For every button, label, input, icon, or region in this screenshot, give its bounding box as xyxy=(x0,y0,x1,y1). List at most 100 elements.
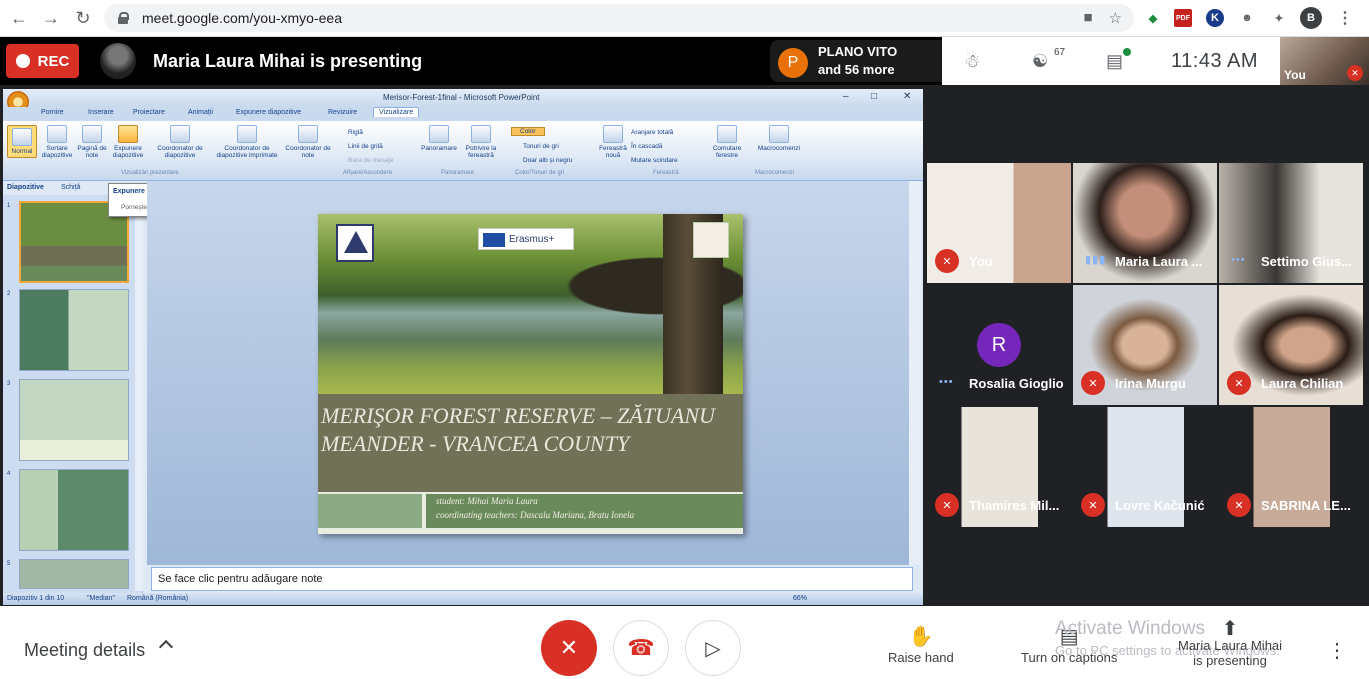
speaking-indicator-icon: ••• xyxy=(1231,254,1246,266)
account-extension-icon[interactable]: ☻ xyxy=(1236,7,1258,29)
ppt-tab: Animații xyxy=(188,109,213,116)
chip-more: and 56 more xyxy=(818,62,895,77)
people-icon[interactable]: ☯ xyxy=(1032,51,1048,72)
school-logo xyxy=(336,224,374,262)
participant-tile[interactable]: ✕ You xyxy=(927,163,1071,283)
participant-name: Laura Chilian xyxy=(1261,376,1344,391)
leave-call-button[interactable]: ☎ xyxy=(613,620,669,676)
chip-avatar: P xyxy=(778,48,808,78)
ribbon-group-label: Vizualizări prezentare xyxy=(121,170,179,176)
mic-off-icon: ✕ xyxy=(559,635,579,660)
mic-off-icon: ✕ xyxy=(1227,493,1251,517)
participant-tile[interactable]: ✕ SABRINA LE... xyxy=(1219,407,1363,527)
slide-number: 2 xyxy=(7,291,11,297)
chat-notification-dot xyxy=(1123,48,1131,56)
chrome-menu-icon[interactable]: ⋮ xyxy=(1334,7,1356,29)
participant-tile[interactable]: ✕ Irina Murgu xyxy=(1073,285,1217,405)
workspace-scrollbar xyxy=(909,181,921,565)
status-language: Română (România) xyxy=(127,595,189,602)
participant-name: Lovre Kačunić xyxy=(1115,498,1205,513)
participant-tile[interactable]: ✕ Laura Chilian xyxy=(1219,285,1363,405)
more-options-icon[interactable]: ⋮ xyxy=(1327,638,1347,663)
ribbon-move-split: Mutare scindare xyxy=(631,157,678,164)
status-slide: Diapozitiv 1 din 10 xyxy=(7,595,65,602)
puzzle-icon[interactable]: ✦ xyxy=(1268,7,1290,29)
meet-bottom-bar: Meeting details ✕ ☎ ▷ ✋ Raise hand ▤ Tur… xyxy=(0,606,1369,679)
participant-tile[interactable]: ✕ Lovre Kačunić xyxy=(1073,407,1217,527)
chevron-up-icon[interactable] xyxy=(158,639,174,655)
ribbon-bw: Doar alb și negru xyxy=(523,157,573,164)
ribbon-slideshow-button: Expunere diapozitive xyxy=(109,125,147,159)
speaking-indicator-icon: ••• xyxy=(939,376,954,388)
ribbon-notes-master-button: Coordonator de note xyxy=(283,125,333,159)
ribbon-normal-button: Normal xyxy=(7,125,37,158)
shield-icon[interactable]: ◆ xyxy=(1142,7,1164,29)
mic-off-icon: ✕ xyxy=(1227,371,1251,395)
maximize-icon: □ xyxy=(871,91,878,102)
profile-avatar[interactable]: B xyxy=(1300,7,1322,29)
tab-slides: Diapozitive xyxy=(7,184,44,191)
k-extension-icon[interactable]: K xyxy=(1206,9,1224,27)
present-now-button[interactable]: ⬆ Maria Laura Mihai is presenting xyxy=(1178,616,1282,668)
camera-toggle-button[interactable]: ▷ xyxy=(685,620,741,676)
participants-chip[interactable]: P PLANO VITO and 56 more xyxy=(770,40,942,82)
self-view-thumbnail[interactable]: You ✕ xyxy=(1280,37,1369,85)
ribbon-master-button: Coordonator de diapozitive xyxy=(153,125,207,159)
ribbon-handout-master-button: Coordonator de diapozitive imprimate xyxy=(209,125,285,159)
address-bar[interactable]: meet.google.com/you-xmyo-eea ■ ☆ xyxy=(104,4,1134,32)
ppt-ribbon-tabs: Pornire Inserare Proiectare Animații Exp… xyxy=(3,107,923,121)
participant-tile[interactable]: ▮▮▮ Maria Laura ... xyxy=(1073,163,1217,283)
ribbon-macros-button: Macrocomenzi xyxy=(753,125,805,152)
ribbon-notes-page-button: Pagină de note xyxy=(77,125,107,159)
participant-tile[interactable]: ••• Settimo Gius... xyxy=(1219,163,1363,283)
participant-name: Maria Laura ... xyxy=(1115,254,1203,269)
participant-tile[interactable]: ✕ Thamires Mil... xyxy=(927,407,1071,527)
reload-icon[interactable]: ↻ xyxy=(70,5,96,31)
present-icon: ⬆ xyxy=(1221,618,1239,640)
microphone-toggle-button[interactable]: ✕ xyxy=(541,620,597,676)
ppt-tab: Proiectare xyxy=(133,109,165,116)
slides-panel: Diapozitive Schiță 1 2 3 4 5 xyxy=(3,181,143,593)
ribbon-group-label: Fereastră xyxy=(653,170,679,176)
ribbon-ruler: Riglă xyxy=(348,129,363,136)
participant-name: SABRINA LE... xyxy=(1261,498,1351,513)
ppt-statusbar: Diapozitiv 1 din 10 "Median" Română (Rom… xyxy=(3,593,923,605)
chat-icon[interactable]: ▤ xyxy=(1106,51,1123,72)
slide-number: 5 xyxy=(7,561,11,567)
notes-pane: Se face clic pentru adăugare note xyxy=(151,567,913,591)
forward-icon[interactable]: → xyxy=(38,5,64,31)
ppt-tab: Revizuire xyxy=(328,109,358,116)
ribbon-fit-button: Potrivire la fereastră xyxy=(461,125,501,159)
ppt-ribbon: Normal Sortare diapozitive Pagină de not… xyxy=(3,121,923,181)
ppt-tab-active: Vizualizare xyxy=(373,107,420,117)
slide-title: MERIŞOR FOREST RESERVE – ZĂTUANU MEANDER… xyxy=(321,403,715,456)
ribbon-group-label: Color/Tonuri de gri xyxy=(515,170,565,176)
slide-student: student: Mihai Maria Laura xyxy=(436,496,538,506)
camera-icon[interactable]: ■ xyxy=(1083,9,1092,27)
recording-badge[interactable]: REC xyxy=(6,44,79,78)
participant-name: Irina Murgu xyxy=(1115,376,1186,391)
url-text[interactable]: meet.google.com/you-xmyo-eea xyxy=(142,10,342,26)
mic-off-icon: ✕ xyxy=(1347,65,1363,81)
host-controls-icon[interactable]: ☃ xyxy=(964,51,980,72)
chip-name: PLANO VITO xyxy=(818,44,898,59)
ppt-titlebar: Merisor-Forest-1final - Microsoft PowerP… xyxy=(3,89,923,113)
pdf-extension-icon[interactable]: PDF xyxy=(1174,9,1192,27)
raise-hand-button[interactable]: ✋ Raise hand xyxy=(888,624,954,665)
presenter-avatar xyxy=(100,43,136,79)
lock-icon xyxy=(118,12,129,24)
mic-off-icon: ✕ xyxy=(935,493,959,517)
shared-screen: Merisor-Forest-1final - Microsoft PowerP… xyxy=(3,89,923,605)
participant-tile[interactable]: R ••• Rosalia Gioglio xyxy=(927,285,1071,405)
ribbon-switch-windows-button: Comutare ferestre xyxy=(707,125,747,159)
ribbon-group-label: Afișare/Ascundere xyxy=(343,170,393,176)
meeting-details-button[interactable]: Meeting details xyxy=(24,640,145,661)
star-icon[interactable]: ☆ xyxy=(1109,9,1122,27)
slide-thumbnail xyxy=(19,469,129,551)
slide-thumbnail xyxy=(19,289,129,371)
rec-label: REC xyxy=(37,52,70,70)
ppt-tab: Inserare xyxy=(88,109,114,116)
ribbon-cascade: În cascadă xyxy=(631,143,663,150)
presenting-line2: is presenting xyxy=(1193,653,1267,668)
back-icon[interactable]: ← xyxy=(6,5,32,31)
